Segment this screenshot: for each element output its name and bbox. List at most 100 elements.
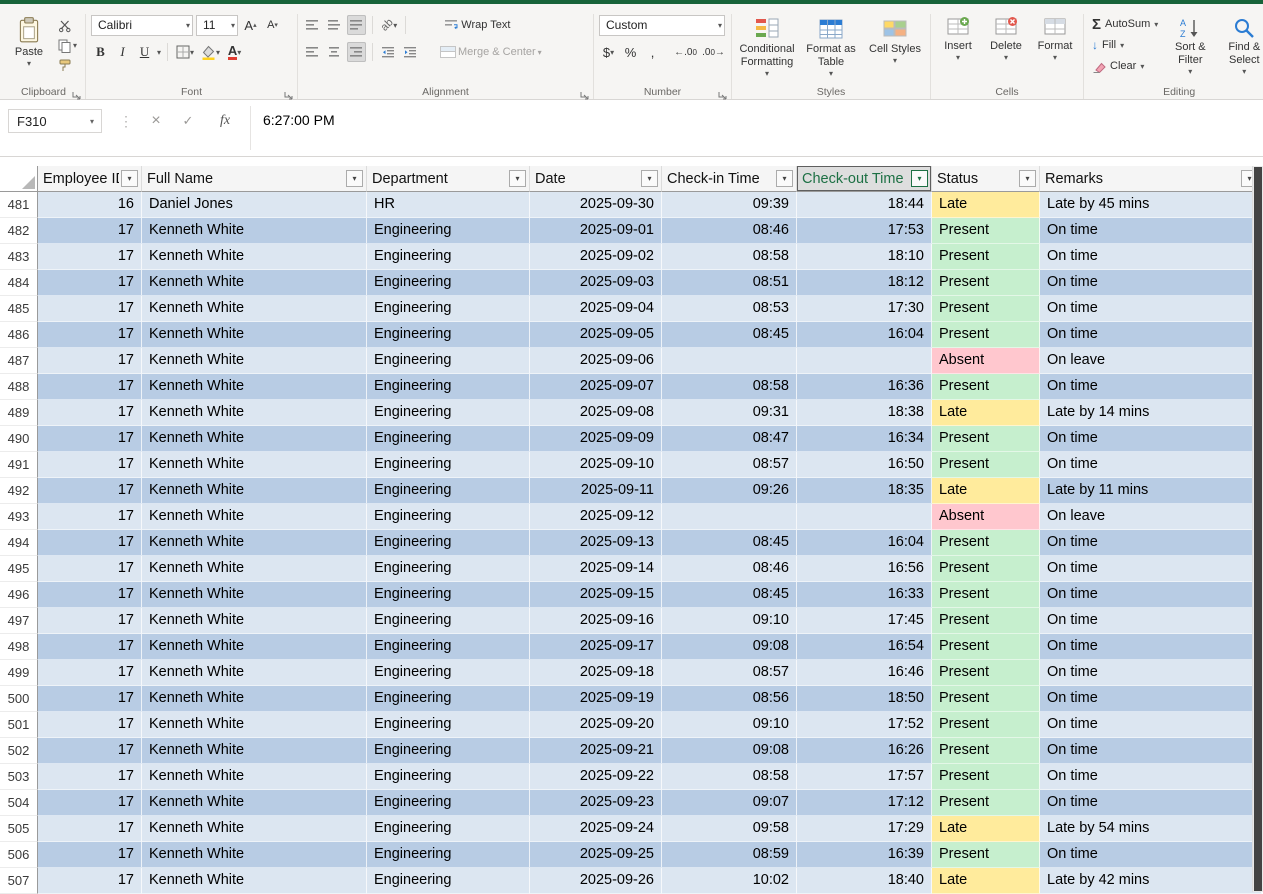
- font-name-combo[interactable]: Calibri ▾: [91, 15, 193, 36]
- increase-decimal-button[interactable]: ←.00: [673, 42, 698, 62]
- cell[interactable]: 08:59: [662, 842, 797, 868]
- cell[interactable]: On time: [1040, 426, 1262, 452]
- status-cell[interactable]: Present: [932, 764, 1040, 790]
- cell[interactable]: 08:58: [662, 244, 797, 270]
- clear-button[interactable]: Clear ▾: [1089, 56, 1161, 76]
- status-cell[interactable]: Late: [932, 868, 1040, 894]
- cell[interactable]: 08:47: [662, 426, 797, 452]
- cell[interactable]: Engineering: [367, 608, 530, 634]
- cell[interactable]: 17: [38, 634, 142, 660]
- cell[interactable]: Kenneth White: [142, 660, 367, 686]
- cell[interactable]: Late by 54 mins: [1040, 816, 1262, 842]
- cell[interactable]: 17: [38, 790, 142, 816]
- clipboard-dialog-launcher[interactable]: [72, 87, 82, 97]
- status-cell[interactable]: Present: [932, 790, 1040, 816]
- decrease-font-size-button[interactable]: A▾: [263, 15, 282, 35]
- status-cell[interactable]: Present: [932, 608, 1040, 634]
- cell[interactable]: 17: [38, 296, 142, 322]
- cell[interactable]: Kenneth White: [142, 400, 367, 426]
- filter-button-check-in-time[interactable]: ▾: [776, 170, 793, 187]
- cell[interactable]: Engineering: [367, 244, 530, 270]
- cell[interactable]: 17: [38, 530, 142, 556]
- cell[interactable]: 2025-09-04: [530, 296, 662, 322]
- status-cell[interactable]: Present: [932, 686, 1040, 712]
- cell[interactable]: On time: [1040, 790, 1262, 816]
- decrease-decimal-button[interactable]: .00→: [701, 42, 726, 62]
- cell[interactable]: 2025-09-20: [530, 712, 662, 738]
- cell[interactable]: 2025-09-18: [530, 660, 662, 686]
- status-cell[interactable]: Present: [932, 660, 1040, 686]
- insert-function-button[interactable]: fx: [212, 110, 238, 132]
- cell[interactable]: Engineering: [367, 374, 530, 400]
- status-cell[interactable]: Present: [932, 374, 1040, 400]
- status-cell[interactable]: Late: [932, 478, 1040, 504]
- insert-cells-button[interactable]: Insert ▾: [936, 14, 980, 64]
- cell[interactable]: 17: [38, 504, 142, 530]
- cell[interactable]: 17: [38, 764, 142, 790]
- format-painter-button[interactable]: [55, 56, 80, 75]
- status-cell[interactable]: Present: [932, 452, 1040, 478]
- cell[interactable]: On time: [1040, 660, 1262, 686]
- cell[interactable]: 2025-09-13: [530, 530, 662, 556]
- cell[interactable]: Kenneth White: [142, 764, 367, 790]
- cell[interactable]: Kenneth White: [142, 556, 367, 582]
- cell[interactable]: 17:57: [797, 764, 932, 790]
- cell[interactable]: 08:53: [662, 296, 797, 322]
- cell[interactable]: [797, 504, 932, 530]
- formula-bar-grip[interactable]: ⋮: [119, 113, 134, 130]
- cell[interactable]: On time: [1040, 322, 1262, 348]
- cell[interactable]: 08:45: [662, 530, 797, 556]
- cell[interactable]: 08:57: [662, 660, 797, 686]
- status-cell[interactable]: Present: [932, 530, 1040, 556]
- cell[interactable]: 17: [38, 608, 142, 634]
- cell-styles-button[interactable]: Cell Styles ▾: [865, 14, 925, 80]
- cell[interactable]: Engineering: [367, 400, 530, 426]
- row-header[interactable]: 503: [0, 764, 38, 790]
- decrease-indent-button[interactable]: [379, 42, 398, 62]
- cell[interactable]: 09:07: [662, 790, 797, 816]
- cell[interactable]: 08:45: [662, 322, 797, 348]
- cell[interactable]: 17: [38, 868, 142, 894]
- cell[interactable]: 18:50: [797, 686, 932, 712]
- alignment-dialog-launcher[interactable]: [580, 87, 590, 97]
- fill-color-button[interactable]: ▾: [199, 42, 222, 62]
- cell[interactable]: 17: [38, 816, 142, 842]
- enter-button[interactable]: ✓: [176, 110, 200, 132]
- cell[interactable]: 08:45: [662, 582, 797, 608]
- cell[interactable]: Kenneth White: [142, 426, 367, 452]
- cell[interactable]: Kenneth White: [142, 582, 367, 608]
- row-header[interactable]: 488: [0, 374, 38, 400]
- cell[interactable]: 16:50: [797, 452, 932, 478]
- cell[interactable]: On time: [1040, 452, 1262, 478]
- column-header-date[interactable]: Date▾: [530, 166, 662, 192]
- cell[interactable]: Engineering: [367, 582, 530, 608]
- number-format-combo[interactable]: Custom ▾: [599, 15, 725, 36]
- sort-filter-button[interactable]: A Z Sort & Filter ▾: [1165, 14, 1215, 78]
- cell[interactable]: 2025-09-02: [530, 244, 662, 270]
- cell[interactable]: 18:12: [797, 270, 932, 296]
- cell[interactable]: 17:29: [797, 816, 932, 842]
- cell[interactable]: 09:58: [662, 816, 797, 842]
- cell[interactable]: On time: [1040, 374, 1262, 400]
- cell[interactable]: On time: [1040, 686, 1262, 712]
- cell[interactable]: On time: [1040, 530, 1262, 556]
- cell[interactable]: On time: [1040, 582, 1262, 608]
- cell[interactable]: Engineering: [367, 790, 530, 816]
- row-header[interactable]: 501: [0, 712, 38, 738]
- format-cells-button[interactable]: Format ▾: [1032, 14, 1078, 64]
- cell[interactable]: 17:12: [797, 790, 932, 816]
- number-dialog-launcher[interactable]: [718, 87, 728, 97]
- cell[interactable]: 17: [38, 686, 142, 712]
- cell[interactable]: 2025-09-21: [530, 738, 662, 764]
- status-cell[interactable]: Late: [932, 192, 1040, 218]
- cell[interactable]: 08:46: [662, 218, 797, 244]
- status-cell[interactable]: Present: [932, 270, 1040, 296]
- row-header[interactable]: 489: [0, 400, 38, 426]
- status-cell[interactable]: Late: [932, 816, 1040, 842]
- cell[interactable]: 09:08: [662, 634, 797, 660]
- italic-button[interactable]: I: [113, 42, 132, 62]
- cell[interactable]: 2025-09-17: [530, 634, 662, 660]
- cell[interactable]: 2025-09-26: [530, 868, 662, 894]
- cell[interactable]: 16:39: [797, 842, 932, 868]
- cell[interactable]: Kenneth White: [142, 348, 367, 374]
